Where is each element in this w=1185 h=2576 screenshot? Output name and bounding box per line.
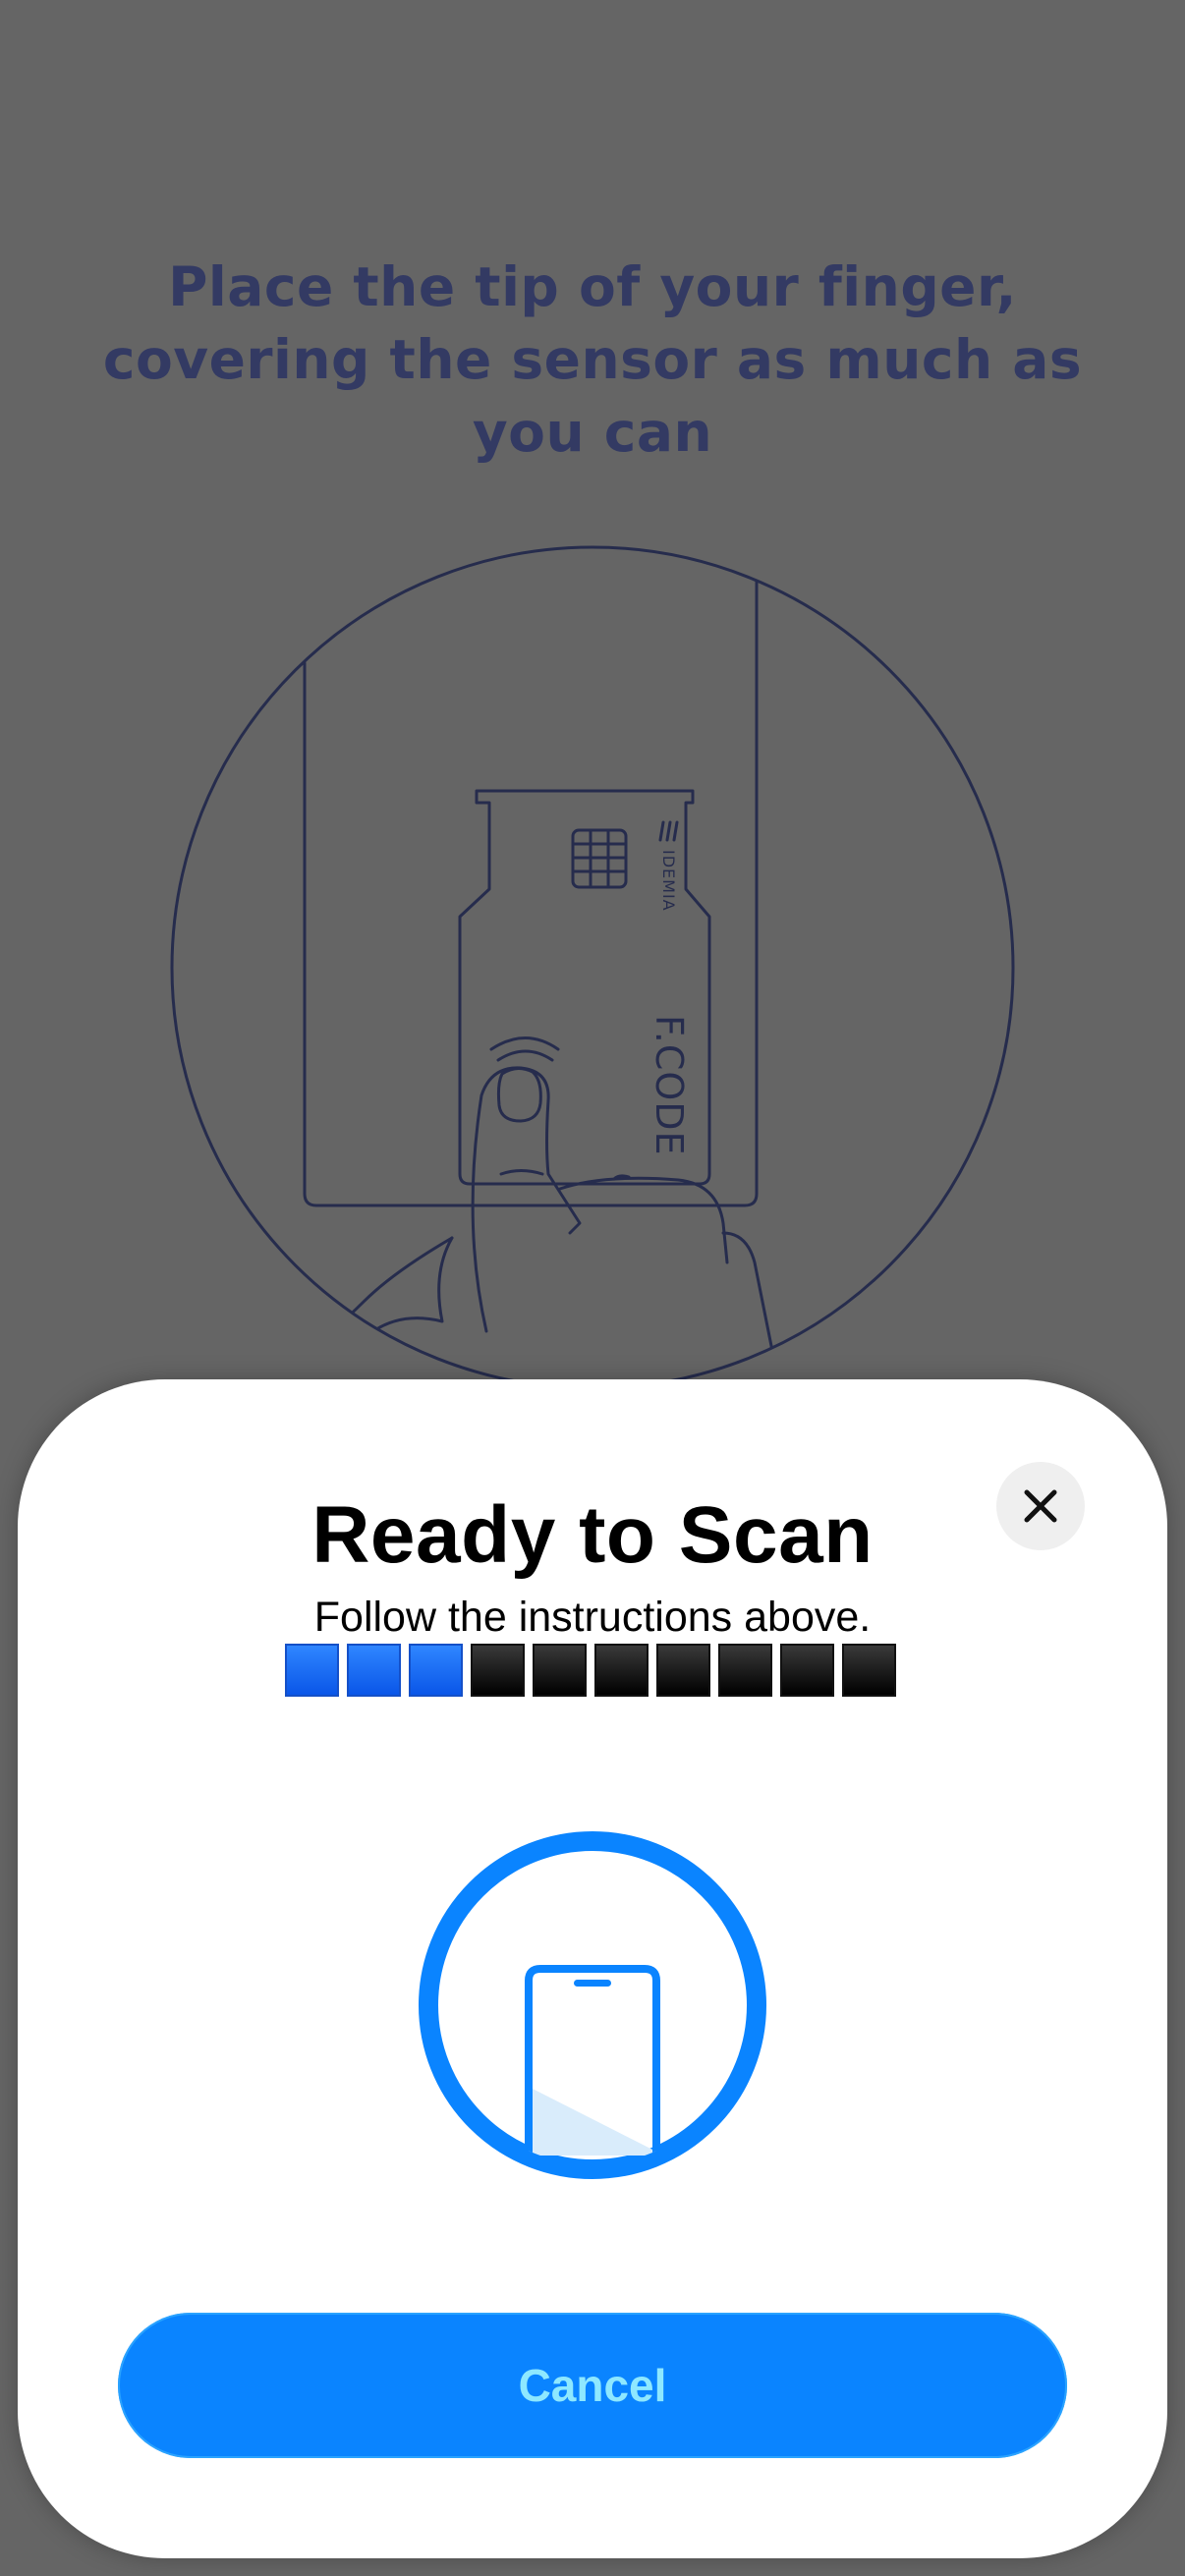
close-button[interactable] [996,1462,1085,1550]
progress-segment-empty [533,1644,587,1697]
progress-segment-empty [718,1644,772,1697]
cancel-button[interactable]: Cancel [118,2313,1067,2458]
progress-segment-empty [656,1644,710,1697]
progress-segment-filled [347,1644,401,1697]
scan-sheet: Ready to Scan Follow the instructions ab… [18,1379,1167,2558]
sheet-title: Ready to Scan [311,1490,874,1580]
progress-segment-empty [780,1644,834,1697]
illustration-circle [170,545,1015,1380]
close-icon [1024,1489,1057,1523]
instruction-text: Place the tip of your finger, covering t… [102,255,1083,464]
finger-on-card-illustration: IDEMIA F.CODE [170,545,1015,1380]
progress-segment-filled [409,1644,463,1697]
progress-segment-empty [471,1644,525,1697]
phone-scan-icon [419,1831,766,2179]
progress-segment-filled [285,1644,339,1697]
sheet-subtitle: Follow the instructions above. [313,1594,872,1641]
card-issuer-text: IDEMIA [659,850,678,912]
cancel-button-label: Cancel [518,2360,667,2411]
progress-segment-empty [594,1644,649,1697]
progress-segment-empty [842,1644,896,1697]
scan-progress-bar [285,1644,896,1699]
card-brand-text: F.CODE [648,1015,691,1156]
